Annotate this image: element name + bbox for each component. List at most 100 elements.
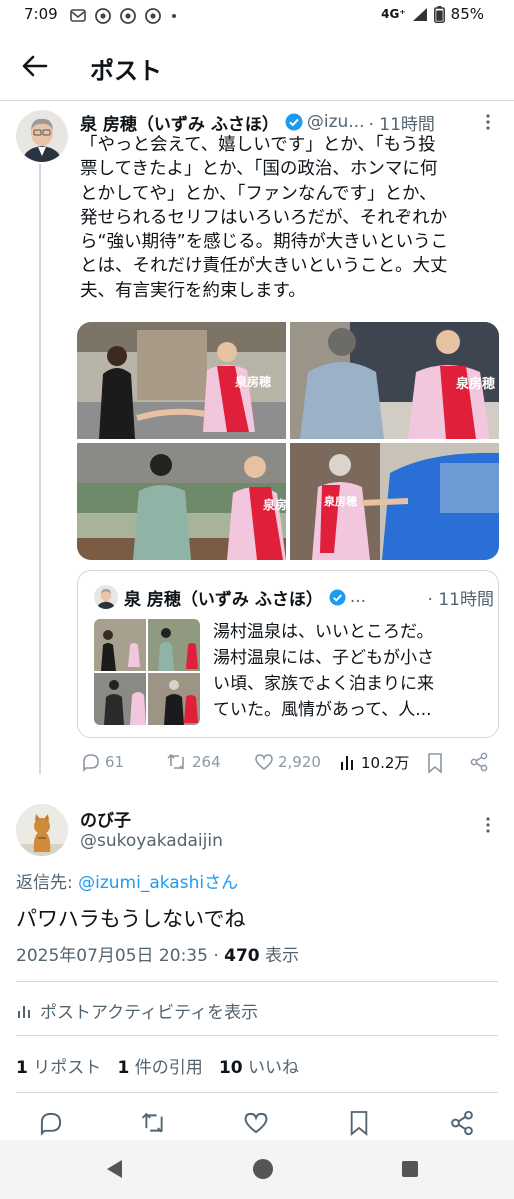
mail-notification-icon [70, 9, 86, 22]
author-avatar[interactable] [16, 110, 68, 162]
heart-icon [244, 1112, 268, 1134]
repost-icon [141, 1112, 163, 1133]
thread-line [39, 164, 41, 774]
reposts-stat-count: 1 [16, 1058, 28, 1078]
divider [16, 981, 498, 982]
likes-stat-count: 10 [218, 1058, 243, 1078]
tweet-more-button[interactable] [480, 112, 496, 132]
likes-stat-label: いいね [242, 1058, 300, 1078]
back-button[interactable] [18, 49, 52, 83]
chrome-notification-icon [145, 8, 161, 24]
reply-to-line: 返信先: @izumi_akashiさん [16, 868, 238, 893]
quote-tweet[interactable]: 泉 房穂（いずみ ふさほ） ... · 11時間 湯村温泉は、いいところだ。 湯… [77, 570, 499, 738]
header-divider [0, 100, 514, 101]
tweet-media-grid[interactable]: 泉房穂 泉房穂 泉房穂 [77, 322, 499, 560]
reposts-stat[interactable]: 1 リポスト [16, 1058, 101, 1078]
author-handle[interactable]: @izu... [307, 112, 365, 132]
share-icon [470, 752, 488, 772]
tweet-photo-1[interactable]: 泉房穂 [77, 322, 286, 439]
share-icon [451, 1110, 473, 1136]
reply-author-avatar[interactable] [16, 804, 68, 856]
quote-author-photo [94, 585, 118, 609]
photo-3-image: 泉房穂 [77, 443, 286, 560]
quote-media-image [94, 619, 200, 725]
reply-button[interactable]: 61 [81, 752, 124, 772]
quote-time: · 11時間 [427, 589, 494, 610]
tweet-photo-3[interactable]: 泉房穂 [77, 443, 286, 560]
quotes-stat-count: 1 [117, 1058, 130, 1078]
reply-button[interactable] [38, 1110, 64, 1136]
divider [16, 1035, 498, 1036]
reply-date[interactable]: 2025年07月05日 20:35 · [16, 946, 224, 966]
photo-1-image: 泉房穂 [77, 322, 286, 439]
reply-text: パワハラもうしないでね [16, 907, 246, 931]
repost-button[interactable] [140, 1110, 168, 1136]
status-bar: 7:09 4G⁺ 85% [0, 0, 514, 32]
bookmark-button[interactable] [348, 1109, 370, 1137]
author-name[interactable]: 泉 房穂（いずみ ふさほ） [80, 110, 279, 135]
reposts-stat-label: リポスト [27, 1058, 102, 1078]
like-button[interactable]: 2,920 [254, 752, 321, 772]
like-count: 2,920 [278, 753, 321, 771]
quote-media-thumbnail [94, 619, 200, 725]
photo-2-image: 泉房穂 [290, 322, 499, 439]
photo-4-image: 泉房穂 [290, 443, 499, 560]
chrome-notification-icon [95, 8, 111, 24]
repost-button[interactable]: 264 [166, 752, 221, 772]
reply-author-name[interactable]: のび子 [80, 806, 131, 831]
status-time: 7:09 [24, 5, 58, 23]
heart-icon [255, 754, 273, 771]
author-photo [16, 110, 68, 162]
nav-home-button[interactable] [252, 1158, 274, 1180]
signal-icon [412, 7, 427, 21]
tweet-time[interactable]: · 11時間 [368, 110, 434, 135]
bookmark-icon [428, 753, 442, 774]
like-button[interactable] [243, 1110, 269, 1136]
quote-header: 泉 房穂（いずみ ふさほ） ... · 11時間 [124, 584, 494, 610]
reply-count: 61 [105, 753, 125, 771]
system-nav-bar [0, 1140, 514, 1199]
views-button[interactable]: 10.2万 [339, 752, 409, 773]
reply-to-user-link[interactable]: @izumi_akashiさん [78, 873, 238, 893]
nav-back-button[interactable] [104, 1158, 124, 1180]
share-button[interactable] [469, 752, 489, 772]
verified-badge-icon [285, 113, 303, 131]
reply-more-button[interactable] [480, 815, 496, 835]
reply-meta: 2025年07月05日 20:35 · 470 表示 [16, 941, 299, 966]
tweet-photo-2[interactable]: 泉房穂 [290, 322, 499, 439]
battery-level: 85% [450, 5, 484, 23]
quote-author-name: 泉 房穂（いずみ ふさほ） [124, 589, 323, 610]
bookmark-button[interactable] [426, 752, 444, 774]
sash-char: 泉房穂 [456, 376, 495, 392]
page-title: ポスト [90, 57, 162, 85]
more-vertical-icon [486, 817, 490, 833]
square-recents-icon [402, 1161, 418, 1177]
quote-handle-truncated: ... [349, 587, 367, 607]
more-notifications-dot-icon [172, 14, 176, 18]
chrome-notification-icon [120, 8, 136, 24]
repost-icon [167, 753, 184, 770]
reply-author-handle[interactable]: @sukoyakadaijin [80, 831, 223, 851]
engagement-stats: 1 リポスト 1 件の引用 10 いいね [16, 1053, 299, 1078]
nav-recents-button[interactable] [401, 1160, 419, 1178]
verified-badge-icon [329, 588, 346, 606]
tweet-header: 泉 房穂（いずみ ふさほ） @izu... · 11時間 [80, 110, 500, 135]
reply-views-label: 表示 [259, 946, 300, 966]
quote-text: 湯村温泉は、いいところだ。 湯村温泉には、子どもが小さ い頃、家族でよく泊まりに… [213, 622, 434, 720]
share-button[interactable] [449, 1110, 475, 1136]
post-activity-link[interactable]: ポストアクティビティを表示 [16, 998, 258, 1023]
views-chart-icon [341, 755, 353, 770]
likes-stat[interactable]: 10 いいね [219, 1058, 299, 1078]
repost-count: 264 [192, 753, 221, 771]
cat-avatar-photo [16, 804, 68, 856]
reply-to-label: 返信先: [16, 873, 79, 893]
more-vertical-icon [486, 114, 490, 130]
reply-icon [83, 754, 99, 772]
circle-home-icon [253, 1159, 273, 1179]
reply-icon [40, 1112, 62, 1136]
quotes-stat[interactable]: 1 件の引用 [117, 1058, 202, 1078]
triangle-back-icon [107, 1160, 122, 1178]
tweet-photo-4[interactable]: 泉房穂 [290, 443, 499, 560]
analytics-icon [18, 1005, 30, 1018]
back-arrow-icon [22, 55, 48, 77]
